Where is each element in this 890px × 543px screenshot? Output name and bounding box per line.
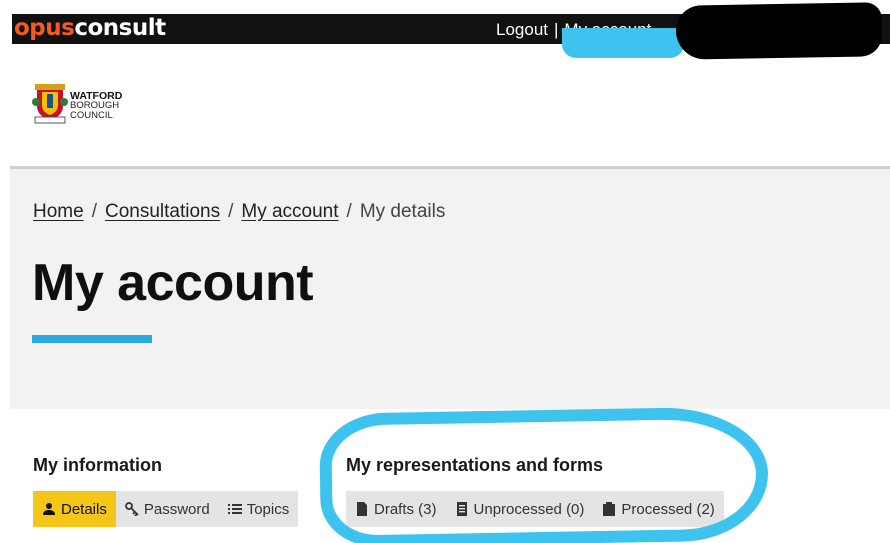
logout-link[interactable]: Logout <box>496 20 548 39</box>
top-links-separator: | <box>554 20 559 39</box>
breadcrumb-current: My details <box>359 201 446 222</box>
brand-text-consult: consult <box>74 15 166 41</box>
breadcrumb: Home / Consultations / My account / My details <box>33 201 445 223</box>
opusconsult-logo[interactable]: opusconsult <box>14 15 166 41</box>
annotation-highlight-mark <box>562 28 684 58</box>
tab-details[interactable]: Details <box>33 491 116 527</box>
page-header: Home / Consultations / My account / My details… <box>10 169 890 409</box>
tab-password[interactable]: Password <box>115 491 219 527</box>
breadcrumb-separator: / <box>346 201 352 222</box>
annotation-circle <box>318 406 770 543</box>
council-name-line3: COUNCIL <box>70 110 113 121</box>
council-logo[interactable]: WATFORD BOROUGH COUNCIL <box>32 82 142 124</box>
key-icon <box>124 502 139 516</box>
breadcrumb-home[interactable]: Home <box>33 201 84 222</box>
breadcrumb-separator: / <box>228 201 234 222</box>
breadcrumb-separator: / <box>91 201 97 222</box>
council-crest-icon <box>32 84 68 124</box>
title-accent-bar <box>32 335 152 343</box>
breadcrumb-my-account[interactable]: My account <box>241 201 338 222</box>
tab-password-label: Password <box>143 500 210 518</box>
tab-details-label: Details <box>61 500 107 518</box>
list-icon <box>227 502 242 516</box>
brand-text-opus: opus <box>14 15 75 41</box>
tab-topics-label: Topics <box>246 500 290 518</box>
breadcrumb-consultations[interactable]: Consultations <box>105 201 220 222</box>
my-information-heading: My information <box>33 455 162 475</box>
page-title: My account <box>32 254 314 312</box>
my-information-tabs: Details Password Topics <box>33 491 299 527</box>
tab-topics[interactable]: Topics <box>218 491 299 527</box>
council-name: WATFORD BOROUGH COUNCIL <box>70 91 122 121</box>
user-icon <box>42 502 56 516</box>
redaction-mark <box>675 2 883 60</box>
